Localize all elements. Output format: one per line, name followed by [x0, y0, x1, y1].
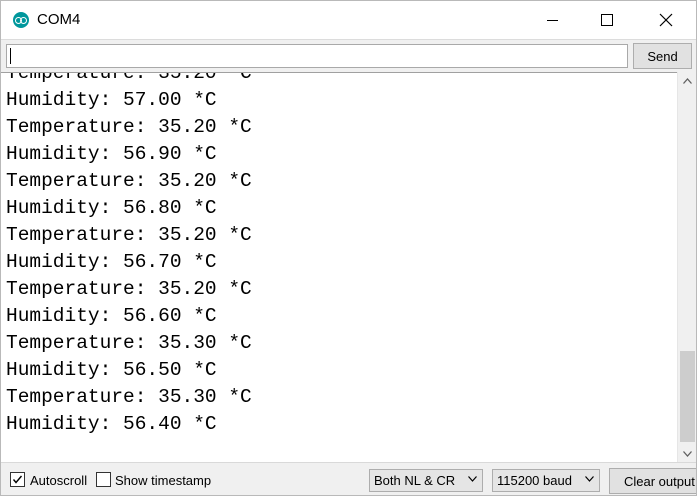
output-line: Temperature: 35.30 *C [6, 332, 252, 354]
output-line: Temperature: 35.20 *C [6, 278, 252, 300]
serial-output[interactable]: Temperature: 35.20 *C Humidity: 57.00 *C T… [1, 72, 677, 462]
scroll-down-button[interactable] [678, 445, 696, 462]
vertical-scrollbar[interactable] [677, 72, 696, 462]
window-title: COM4 [37, 11, 81, 28]
arduino-icon [13, 12, 29, 28]
output-line: Temperature: 35.30 *C [6, 386, 252, 408]
output-line: Humidity: 56.90 *C [6, 143, 217, 165]
scrollbar-thumb[interactable] [680, 351, 695, 442]
minimize-button[interactable] [529, 1, 575, 39]
line-ending-select[interactable]: Both NL & CR [369, 469, 483, 492]
output-line: Humidity: 57.00 *C [6, 89, 217, 111]
autoscroll-label: Autoscroll [30, 473, 88, 488]
serial-monitor-window: COM4 Send Temperature: 35.20 *C Humidity:… [0, 0, 697, 496]
scroll-up-button[interactable] [678, 72, 696, 89]
title-bar[interactable]: COM4 [1, 1, 696, 39]
output-line: Humidity: 56.60 *C [6, 305, 217, 327]
chevron-down-icon [585, 476, 594, 482]
output-line: Humidity: 56.40 *C [6, 413, 217, 435]
send-input[interactable] [6, 44, 628, 68]
close-button[interactable] [643, 1, 689, 39]
text-cursor [10, 48, 11, 64]
checkmark-icon [12, 475, 23, 484]
chevron-up-icon [683, 77, 692, 84]
send-row: Send [1, 39, 696, 72]
close-icon [659, 13, 673, 27]
output-line: Temperature: 35.20 *C [6, 72, 252, 84]
chevron-down-icon [468, 476, 477, 482]
show-timestamp-label: Show timestamp [115, 473, 212, 488]
output-line: Humidity: 56.50 *C [6, 359, 217, 381]
baud-rate-select[interactable]: 115200 baud [492, 469, 600, 492]
maximize-icon [601, 14, 613, 26]
baud-rate-value: 115200 baud [497, 473, 572, 488]
chevron-down-icon [683, 450, 692, 457]
show-timestamp-checkbox[interactable] [96, 472, 111, 487]
output-line: Temperature: 35.20 *C [6, 224, 252, 246]
output-lines: Temperature: 35.20 *C Humidity: 57.00 *C T… [6, 72, 252, 438]
autoscroll-checkbox[interactable] [10, 472, 25, 487]
send-button[interactable]: Send [633, 43, 692, 69]
output-line: Humidity: 56.70 *C [6, 251, 217, 273]
clear-output-button[interactable]: Clear output [609, 468, 696, 494]
output-line: Temperature: 35.20 *C [6, 116, 252, 138]
output-line: Humidity: 56.80 *C [6, 197, 217, 219]
line-ending-value: Both NL & CR [374, 473, 456, 488]
status-bar: Autoscroll Show timestamp Both NL & CR 1… [1, 462, 696, 495]
minimize-icon [546, 19, 558, 21]
maximize-button[interactable] [584, 1, 630, 39]
output-line: Temperature: 35.20 *C [6, 170, 252, 192]
